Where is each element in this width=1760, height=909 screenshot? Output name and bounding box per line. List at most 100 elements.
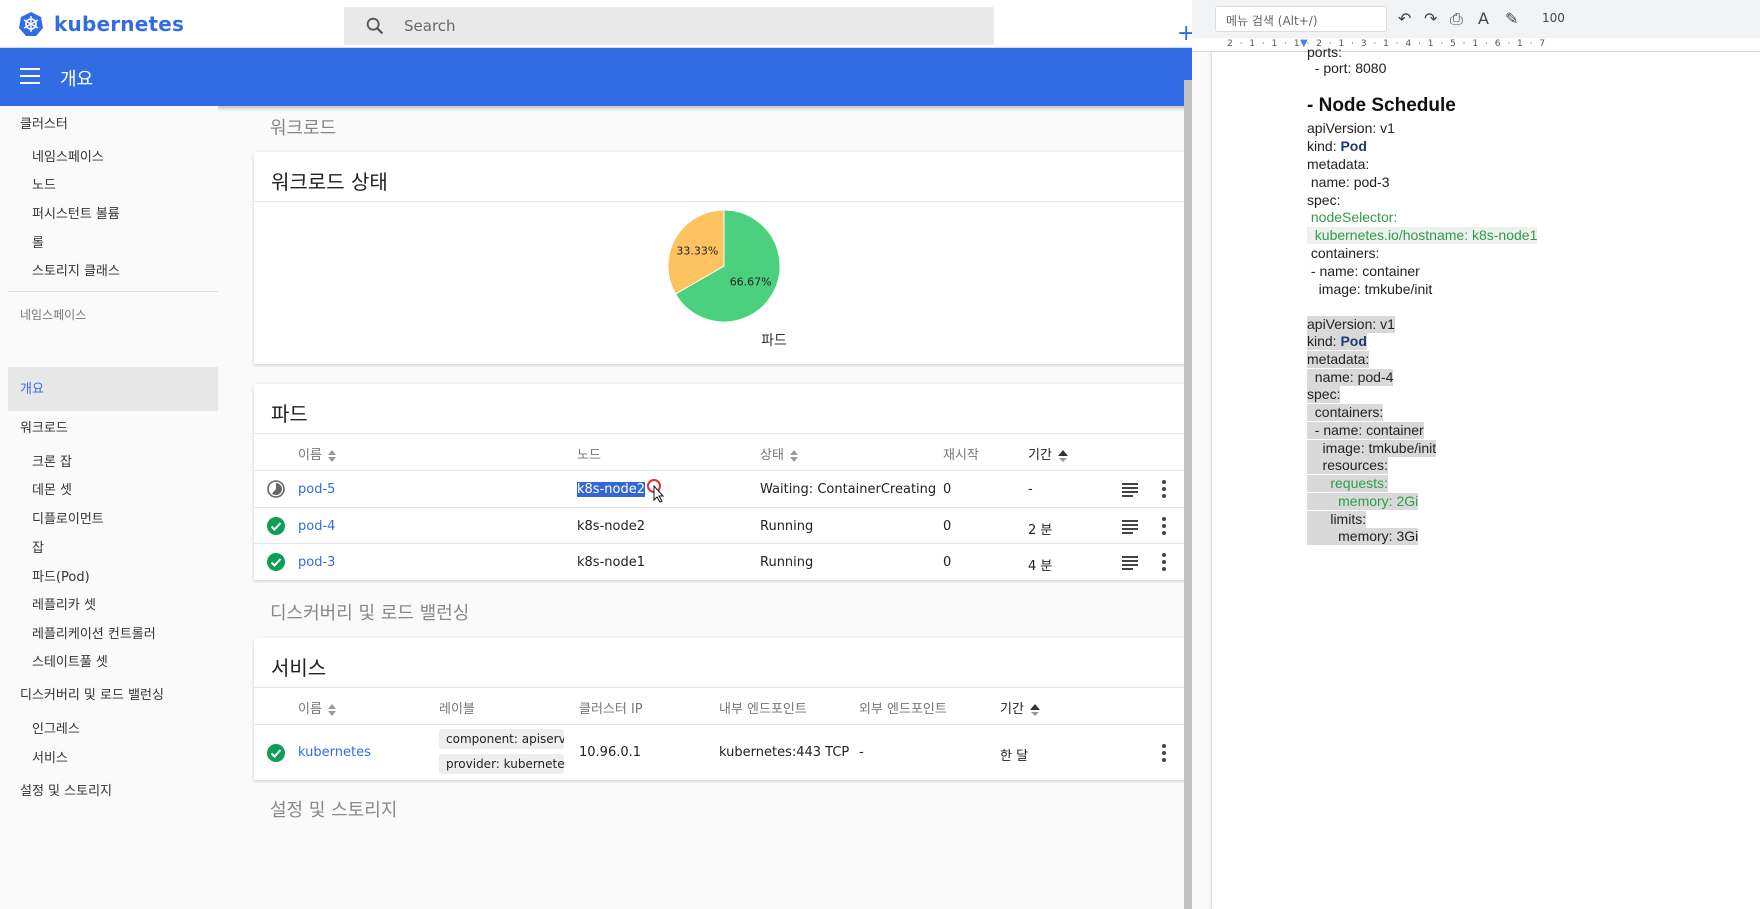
sidebar-item-services[interactable]: 서비스 bbox=[32, 747, 68, 766]
col-header-age[interactable]: 기간 bbox=[1000, 698, 1040, 717]
sidebar-item-jobs[interactable]: 잡 bbox=[32, 537, 44, 556]
doc-line: metadata: bbox=[1307, 351, 1370, 368]
doc-line: containers: bbox=[1307, 245, 1380, 261]
doc-text: kind: bbox=[1307, 138, 1341, 154]
sidebar-item-roles[interactable]: 롤 bbox=[32, 232, 44, 251]
more-actions-icon[interactable] bbox=[1162, 553, 1166, 571]
doc-line: metadata: bbox=[1307, 156, 1370, 172]
doc-line: kubernetes.io/hostname: k8s-node1 bbox=[1307, 227, 1538, 244]
more-actions-icon[interactable] bbox=[1162, 480, 1166, 498]
col-header-age[interactable]: 기간 bbox=[1028, 444, 1068, 463]
cursor-icon bbox=[647, 479, 665, 503]
doc-line: apiVersion: v1 bbox=[1307, 316, 1395, 333]
pod-name-link[interactable]: pod-3 bbox=[298, 555, 335, 570]
doc-green-text: memory: 2Gi bbox=[1307, 493, 1419, 509]
more-actions-icon[interactable] bbox=[1162, 517, 1166, 535]
table-row[interactable]: pod-4 k8s-node2 Running 0 2 분 bbox=[254, 507, 1192, 544]
redo-icon[interactable]: ↷ bbox=[1424, 9, 1437, 28]
doc-line: name: pod-4 bbox=[1307, 369, 1394, 386]
table-row[interactable]: pod-5 k8s-node2 Waiting: ContainerCreati… bbox=[254, 470, 1192, 507]
search-bar[interactable] bbox=[344, 7, 994, 45]
sort-asc-icon bbox=[1029, 703, 1040, 716]
sidebar-item-ingresses[interactable]: 인그레스 bbox=[32, 718, 80, 737]
discovery-heading: 디스커버리 및 로드 밸런싱 bbox=[270, 603, 470, 624]
doc-line: - name: container bbox=[1307, 263, 1420, 279]
paint-format-icon[interactable]: ✎ bbox=[1505, 9, 1518, 28]
sidebar-item-cronjobs[interactable]: 크론 잡 bbox=[32, 451, 72, 470]
table-row[interactable]: kubernetes component: apiserver provider… bbox=[254, 724, 1192, 780]
undo-icon[interactable]: ↶ bbox=[1398, 9, 1411, 28]
doc-line: apiVersion: v1 bbox=[1307, 120, 1395, 136]
sort-asc-icon bbox=[1057, 449, 1068, 462]
sidebar-item-config-storage[interactable]: 설정 및 스토리지 bbox=[20, 780, 112, 799]
sidebar-item-deployments[interactable]: 디플로이먼트 bbox=[32, 508, 104, 527]
col-header-internal-endpoints: 내부 엔드포인트 bbox=[719, 702, 807, 717]
ruler-marks: 2 · 1 · 1 · 1 · 2 · 1 · 3 · 1 · 4 · 1 · … bbox=[1227, 39, 1548, 49]
pod-name-link[interactable]: pod-5 bbox=[298, 482, 335, 497]
doc-line: requests: bbox=[1307, 475, 1388, 492]
pie-slice-label: 33.33% bbox=[676, 245, 718, 258]
pie-caption: 파드 bbox=[761, 333, 787, 349]
sidebar-item-daemonsets[interactable]: 데몬 셋 bbox=[32, 479, 72, 498]
doc-line: kind: Pod bbox=[1307, 333, 1367, 350]
col-header-labels: 레이블 bbox=[439, 702, 475, 717]
doc-heading: - Node Schedule bbox=[1307, 95, 1456, 116]
search-input[interactable] bbox=[404, 17, 964, 35]
col-header-status[interactable]: 상태 bbox=[760, 444, 798, 463]
zoom-value[interactable]: 100 bbox=[1542, 11, 1565, 25]
spellcheck-icon[interactable]: A bbox=[1478, 9, 1489, 28]
menu-search-input[interactable]: 메뉴 검색 (Alt+/) bbox=[1215, 6, 1387, 32]
pod-name-link[interactable]: pod-4 bbox=[298, 519, 335, 534]
page-header: 개요 bbox=[0, 48, 1192, 106]
pod-age: 4 분 bbox=[1028, 559, 1053, 574]
label-chip: provider: kubernetes bbox=[439, 754, 564, 774]
pod-restarts: 0 bbox=[943, 519, 952, 534]
table-row[interactable]: pod-3 k8s-node1 Running 0 4 분 bbox=[254, 543, 1192, 580]
sidebar-item-storage-classes[interactable]: 스토리지 클래스 bbox=[32, 260, 120, 279]
hamburger-menu-icon[interactable] bbox=[20, 68, 40, 84]
logs-icon[interactable] bbox=[1122, 520, 1138, 534]
doc-line: name: pod-3 bbox=[1307, 174, 1390, 190]
sidebar-item-cluster[interactable]: 클러스터 bbox=[20, 113, 68, 132]
doc-green-text: nodeSelector: bbox=[1307, 209, 1398, 225]
scrollbar[interactable] bbox=[1184, 80, 1192, 909]
doc-green-text: requests: bbox=[1307, 475, 1388, 491]
sidebar-item-replication-controllers[interactable]: 레플리케이션 컨트롤러 bbox=[32, 623, 156, 642]
sidebar-item-persistent-volumes[interactable]: 퍼시스턴트 볼륨 bbox=[32, 203, 120, 222]
pod-node: k8s-node2 bbox=[577, 482, 645, 497]
doc-line: image: tmkube/init bbox=[1307, 440, 1437, 457]
doc-bold-text: Pod bbox=[1340, 333, 1367, 349]
doc-green-text: kubernetes.io/hostname: k8s-node1 bbox=[1307, 227, 1538, 243]
logs-icon[interactable] bbox=[1122, 483, 1138, 497]
sidebar-item-workloads[interactable]: 워크로드 bbox=[20, 417, 68, 436]
service-name-link[interactable]: kubernetes bbox=[298, 745, 371, 760]
sidebar-item-discovery[interactable]: 디스커버리 및 로드 밸런싱 bbox=[20, 684, 164, 703]
check-circle-icon bbox=[267, 553, 285, 571]
col-header-name[interactable]: 이름 bbox=[298, 698, 336, 717]
sidebar-item-statefulsets[interactable]: 스테이트풀 셋 bbox=[32, 651, 108, 670]
pending-status-icon bbox=[267, 480, 285, 498]
logs-icon[interactable] bbox=[1122, 556, 1138, 570]
sidebar-divider bbox=[8, 291, 218, 292]
doc-line: resources: bbox=[1307, 457, 1388, 474]
brand[interactable]: kubernetes bbox=[18, 11, 184, 37]
pod-age: - bbox=[1028, 482, 1033, 497]
sidebar-item-namespaces[interactable]: 네임스페이스 bbox=[32, 146, 104, 165]
col-header-name[interactable]: 이름 bbox=[298, 444, 336, 463]
more-actions-icon[interactable] bbox=[1162, 744, 1166, 762]
card-divider bbox=[254, 687, 1192, 688]
selected-node-text: k8s-node2 bbox=[577, 482, 645, 497]
pod-node: k8s-node1 bbox=[577, 555, 645, 570]
print-icon[interactable]: ⎙ bbox=[1450, 9, 1463, 29]
doc-line: - name: container bbox=[1307, 422, 1424, 439]
sidebar-item-nodes[interactable]: 노드 bbox=[32, 174, 56, 193]
sort-icon bbox=[327, 703, 336, 716]
sidebar-item-replicasets[interactable]: 레플리카 셋 bbox=[32, 594, 96, 613]
page-title: 개요 bbox=[60, 69, 94, 90]
doc-line: image: tmkube/init bbox=[1307, 281, 1433, 297]
sidebar-item-pods[interactable]: 파드(Pod) bbox=[32, 566, 90, 585]
col-header-node: 노드 bbox=[577, 448, 601, 463]
col-header-external-endpoints: 외부 엔드포인트 bbox=[859, 702, 947, 717]
sidebar-item-overview[interactable]: 개요 bbox=[20, 378, 44, 397]
internal-endpoint: kubernetes:443 TCP bbox=[719, 745, 850, 760]
